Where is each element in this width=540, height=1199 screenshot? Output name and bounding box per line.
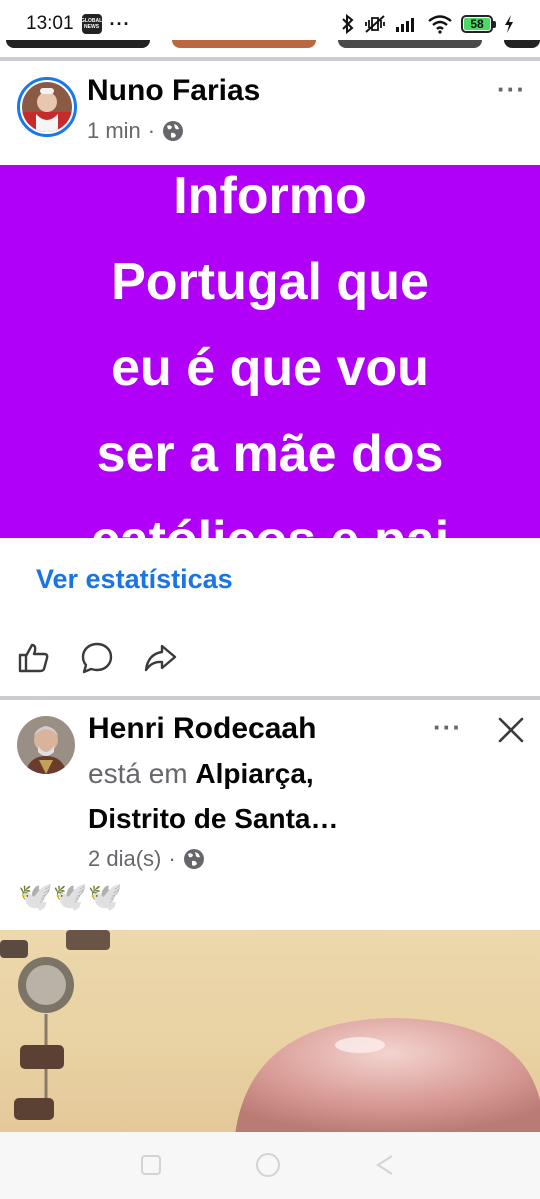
post-photo[interactable] [0,930,540,1135]
post-text-line: eu é que vou [111,339,429,397]
location-line: está em Alpiarça, [88,758,314,790]
home-button[interactable] [255,1152,281,1178]
bluetooth-icon [342,14,354,34]
signal-icon [396,18,414,32]
post-actions [0,640,540,680]
globe-icon [183,849,204,869]
author-name[interactable]: Nuno Farias [87,74,260,108]
post-text-line: católicos e pai [22,497,518,538]
post-text: Informo Portugal que eu é que vou ser a … [0,165,540,538]
battery-level: 58 [464,17,490,31]
text-post-background[interactable]: Informo Portugal que eu é que vou ser a … [0,165,540,538]
location-link[interactable]: Alpiarça, [195,758,313,789]
mute-vibrate-icon [365,15,385,33]
post-time[interactable]: 2 dia(s) [88,846,161,872]
post-header: Nuno Farias 1 min · ··· [0,60,540,165]
notification-overflow: ··· [109,13,131,34]
post-meta: 1 min · [87,118,184,144]
stories-strip[interactable] [0,40,540,50]
post-time[interactable]: 1 min [87,118,141,144]
battery-icon: 58 [461,15,496,33]
status-time: 13:01 [26,13,74,34]
global-news-app-icon: GLOBAL NEWS [81,14,102,34]
globe-icon [163,121,184,141]
post-text-line: Portugal que [111,253,429,311]
post-more-button[interactable]: ··· [433,712,462,743]
author-avatar[interactable] [17,77,77,137]
post-meta: 2 dia(s) · [88,846,205,872]
post-emoji-text: 🕊️🕊️🕊️ [18,881,123,912]
location-link[interactable]: Distrito de Santa… [88,803,338,834]
post-more-button[interactable]: ··· [497,74,526,105]
charging-icon [505,15,513,33]
post-header: Henri Rodecaah está em Alpiarça, Distrit… [0,700,540,880]
meta-separator: · [147,118,156,143]
post-text-line: ser a mãe dos [96,425,444,483]
facebook-feed-screen: 13:01 GLOBAL NEWS ··· 58 Nuno Farias 1 m… [0,0,540,1199]
like-icon[interactable] [16,640,52,676]
recents-button[interactable] [140,1154,162,1176]
close-icon[interactable] [497,716,525,744]
comment-icon[interactable] [79,640,115,676]
meta-separator: · [168,846,176,871]
system-navigation-bar [0,1132,540,1199]
share-icon[interactable] [142,640,178,676]
is-at-text: está em [88,758,188,789]
author-avatar[interactable] [17,716,75,774]
post-text-line: Informo [173,167,367,225]
location-line: Distrito de Santa… [88,803,338,835]
wifi-icon [428,15,452,34]
author-name[interactable]: Henri Rodecaah [88,712,316,746]
view-insights-link[interactable]: Ver estatísticas [36,564,233,595]
back-button[interactable] [374,1154,396,1176]
